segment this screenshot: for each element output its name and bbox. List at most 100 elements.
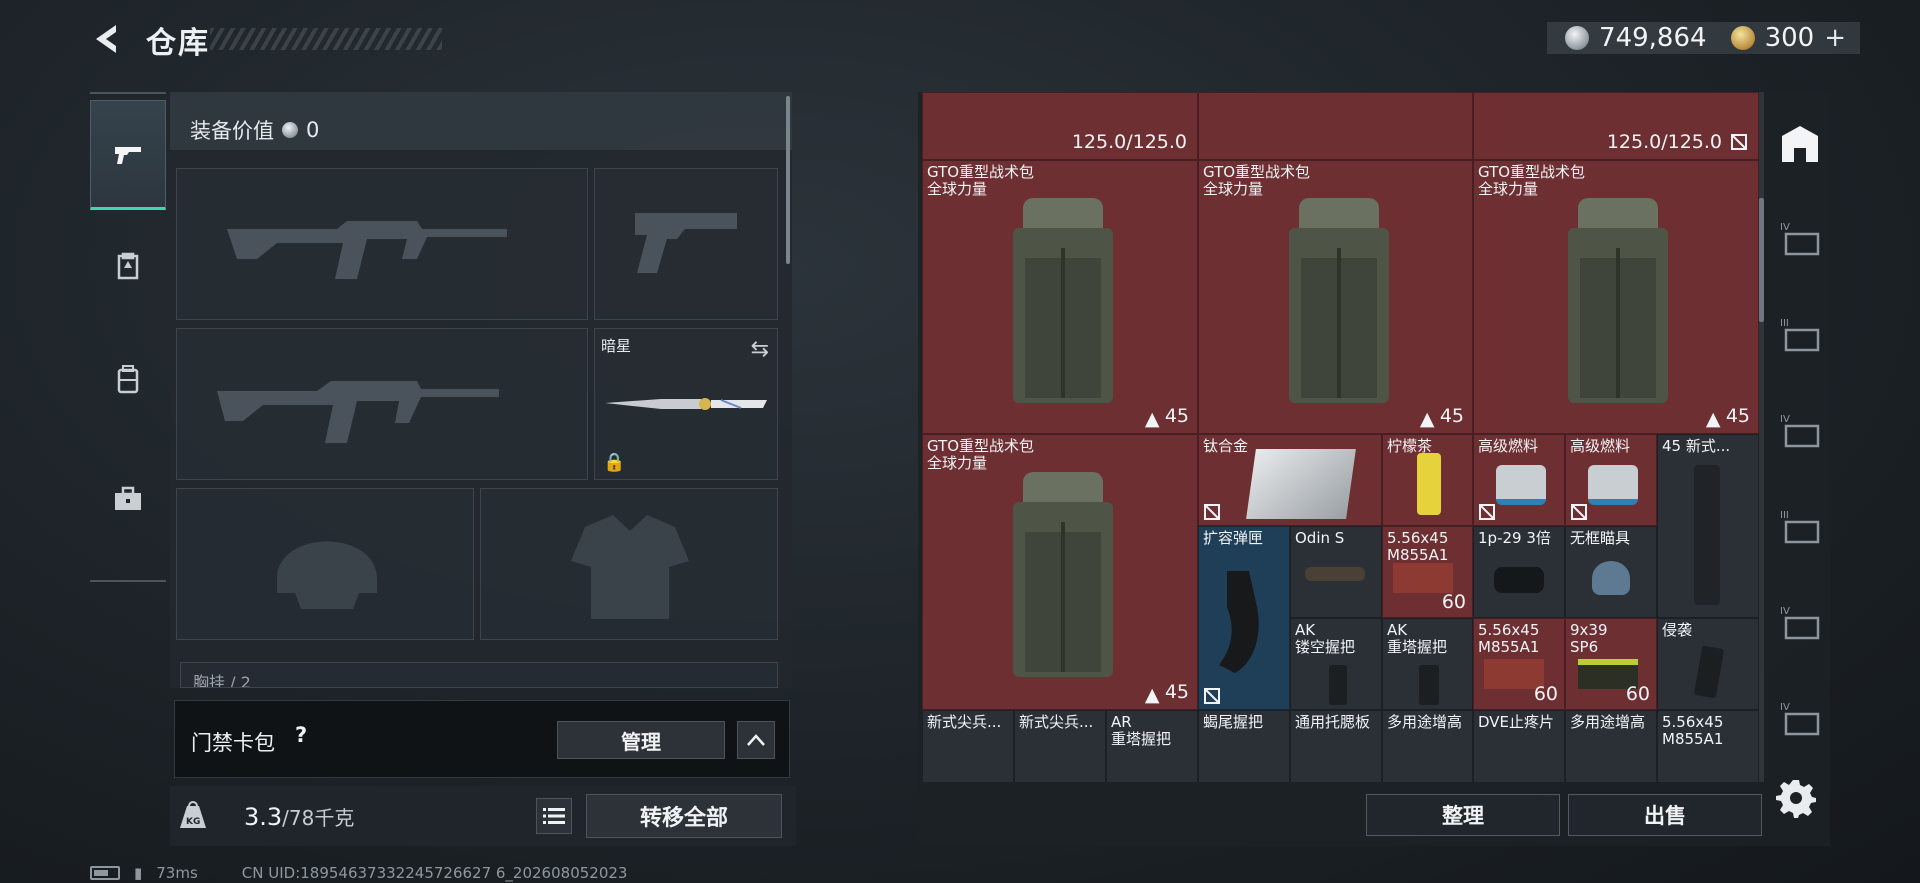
gold-amount: 300	[1764, 23, 1815, 53]
manage-button[interactable]: 管理	[557, 721, 725, 759]
inventory-item[interactable]: 新式尖兵...	[1014, 710, 1106, 782]
inventory-item[interactable]: 钛合金	[1198, 434, 1382, 526]
tab-toolkit[interactable]	[90, 444, 166, 554]
inventory-item[interactable]: 高级燃料	[1473, 434, 1565, 526]
backpack-item[interactable]: GTO重型战术包 全球力量 ▲ 45	[1198, 160, 1473, 434]
inventory-item[interactable]: 5.56x45 M855A1 60	[1473, 618, 1565, 710]
inventory-item[interactable]: Odin S	[1290, 526, 1382, 618]
inventory-item[interactable]: 1p-29 3倍	[1473, 526, 1565, 618]
inventory-item-top-mid[interactable]	[1198, 92, 1473, 160]
tier-iv-case-icon[interactable]: IV	[1778, 218, 1822, 262]
secondary-weapon-slot[interactable]	[176, 328, 588, 480]
item-count: 60	[1441, 591, 1466, 613]
inventory-item[interactable]: 柠檬茶	[1382, 434, 1473, 526]
sidearm-slot[interactable]	[594, 168, 778, 320]
body-armor-slot[interactable]	[480, 488, 778, 640]
bag-capacity: ▲ 45	[1145, 405, 1189, 430]
weight-icon: ▲	[1419, 408, 1435, 430]
currency-display: 749,864 300 +	[1547, 22, 1860, 54]
tier-iv-case-icon[interactable]: IV	[1778, 602, 1822, 646]
title-stripe	[210, 28, 442, 50]
carry-weight-max: /78千克	[282, 806, 355, 830]
inventory-item[interactable]: 5.56x45 M855A1 60	[1382, 526, 1473, 618]
ammo-box-icon	[1393, 563, 1453, 593]
inventory-item[interactable]: 蝎尾握把	[1198, 710, 1290, 782]
item-name: 9x39 SP6	[1570, 621, 1608, 656]
tab-backpack[interactable]	[90, 324, 166, 434]
grip-image-icon	[1693, 645, 1725, 699]
item-name: AK 镂空握把	[1295, 621, 1356, 656]
help-icon[interactable]: ?	[295, 723, 307, 747]
silver-coin-icon	[282, 122, 298, 138]
keycard-case-bar: 门禁卡包 ? 管理	[174, 700, 790, 778]
inventory-item[interactable]: 通用托腮板	[1290, 710, 1382, 782]
chevron-up-icon	[747, 734, 765, 746]
scrollbar-thumb[interactable]	[1759, 198, 1764, 322]
transfer-all-button[interactable]: 转移全部	[586, 794, 782, 838]
backpack-image-icon	[1289, 198, 1389, 403]
inventory-item[interactable]: AR 重塔握把	[1106, 710, 1198, 782]
tier-iv-case-icon[interactable]: IV	[1778, 410, 1822, 454]
inventory-item[interactable]: 侵袭	[1657, 618, 1759, 710]
sell-button[interactable]: 出售	[1568, 794, 1762, 836]
list-icon	[543, 808, 565, 824]
tier-iv-case-icon[interactable]: IV	[1778, 698, 1822, 742]
knife-icon	[605, 398, 767, 410]
backpack-item[interactable]: GTO重型战术包 全球力量 ▲ 45	[1473, 160, 1759, 434]
inventory-item[interactable]: 无框瞄具	[1565, 526, 1657, 618]
item-name: 5.56x45 M855A1	[1478, 621, 1540, 656]
tier-iii-case-icon[interactable]: III	[1778, 506, 1822, 550]
inventory-item-top-left[interactable]: 125.0/125.0	[922, 92, 1198, 160]
no-insure-icon	[1731, 134, 1747, 150]
backpack-item[interactable]: GTO重型战术包 全球力量 ▲ 45	[922, 160, 1198, 434]
warehouse-filter-bar: IV III IV III IV IV	[1768, 92, 1830, 782]
inventory-item[interactable]: AK 重塔握把	[1382, 618, 1473, 710]
gold-coin-icon	[1730, 26, 1755, 50]
inventory-item[interactable]: DVE止疼片	[1473, 710, 1565, 782]
svg-text:IV: IV	[1780, 702, 1790, 713]
bag-capacity-value: 45	[1164, 681, 1189, 703]
list-view-button[interactable]	[536, 798, 572, 834]
gold-add-button[interactable]: +	[1824, 23, 1846, 53]
inventory-item-top-right[interactable]: 125.0/125.0	[1473, 92, 1759, 160]
equipment-scrollbar[interactable]	[786, 96, 790, 264]
inventory-item[interactable]: 多用途增高	[1565, 710, 1657, 782]
item-name: 高级燃料	[1570, 437, 1631, 455]
tier-iii-case-icon[interactable]: III	[1778, 314, 1822, 358]
inventory-item[interactable]: 新式尖兵...	[922, 710, 1014, 782]
inventory-scrollbar[interactable]	[1759, 92, 1764, 782]
primary-weapon-slot[interactable]	[176, 168, 588, 320]
svg-text:III: III	[1780, 510, 1789, 521]
back-arrow-icon[interactable]	[90, 22, 124, 56]
equipment-value-label: 装备价值	[190, 119, 274, 143]
inventory-item[interactable]: 多用途增高	[1382, 710, 1473, 782]
inventory-item[interactable]: 扩容弹匣	[1198, 526, 1290, 710]
warehouse-home-icon[interactable]	[1778, 122, 1822, 166]
tab-weapons[interactable]	[90, 100, 166, 210]
category-tabs	[90, 92, 166, 582]
weight-icon: ▲	[1705, 408, 1721, 430]
backpack-item[interactable]: GTO重型战术包 全球力量 ▲ 45	[922, 434, 1198, 710]
sort-button[interactable]: 整理	[1366, 794, 1560, 836]
gear-icon[interactable]	[1776, 778, 1816, 818]
inventory-item[interactable]: 高级燃料	[1565, 434, 1657, 526]
inventory-item[interactable]: 9x39 SP6 60	[1565, 618, 1657, 710]
weight-icon: KG	[180, 801, 206, 828]
inventory-item[interactable]: 5.56x45 M855A1	[1657, 710, 1759, 782]
melee-slot[interactable]: 暗星 ⇆ 🔒	[594, 328, 778, 480]
inventory-item[interactable]: AK 镂空握把	[1290, 618, 1382, 710]
status-bar: ▮ 73ms CN UID:18954637332245726627 6_202…	[90, 864, 627, 882]
backpack-image-icon	[1013, 198, 1113, 403]
silver-coin-icon	[1565, 26, 1590, 50]
chest-rig-slot[interactable]: 胸挂 / 2	[180, 662, 778, 688]
carry-weight-current: 3.3	[244, 803, 283, 831]
inventory-item[interactable]: 45 新式...	[1657, 434, 1759, 618]
helmet-slot[interactable]	[176, 488, 474, 640]
durability-value: 125.0/125.0	[1606, 131, 1722, 153]
collapse-button[interactable]	[737, 721, 775, 759]
svg-text:III: III	[1780, 318, 1789, 329]
tab-armor[interactable]	[90, 212, 166, 322]
backpack-icon	[117, 365, 139, 394]
swap-icon[interactable]: ⇆	[751, 337, 769, 362]
lock-icon: 🔒	[603, 452, 626, 473]
